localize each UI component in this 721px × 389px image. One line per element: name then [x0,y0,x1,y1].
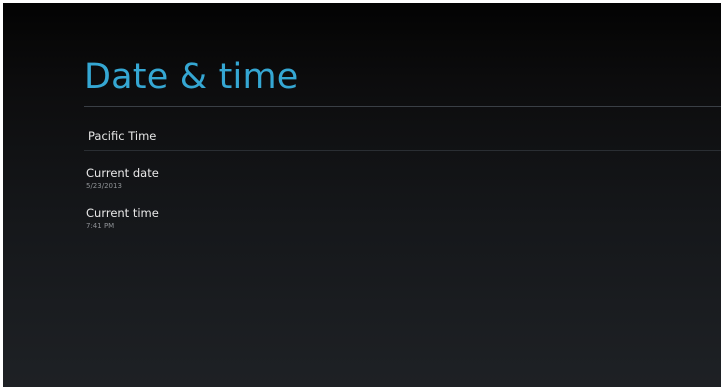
settings-screen: Date & time Pacific Time Current date 5/… [3,3,721,387]
title-divider [84,106,721,107]
timezone-item[interactable]: Pacific Time [84,124,721,151]
current-time-value: 7:41 PM [86,222,115,230]
timezone-label: Pacific Time [88,129,157,143]
screenshot-frame: Date & time Pacific Time Current date 5/… [0,0,721,389]
page-title: Date & time [84,57,299,97]
timezone-divider [84,150,721,151]
current-date-item[interactable]: Current date 5/23/2013 [84,163,721,199]
current-date-value: 5/23/2013 [86,182,122,190]
current-date-label: Current date [86,166,159,180]
current-time-item[interactable]: Current time 7:41 PM [84,203,721,239]
current-time-label: Current time [86,206,159,220]
